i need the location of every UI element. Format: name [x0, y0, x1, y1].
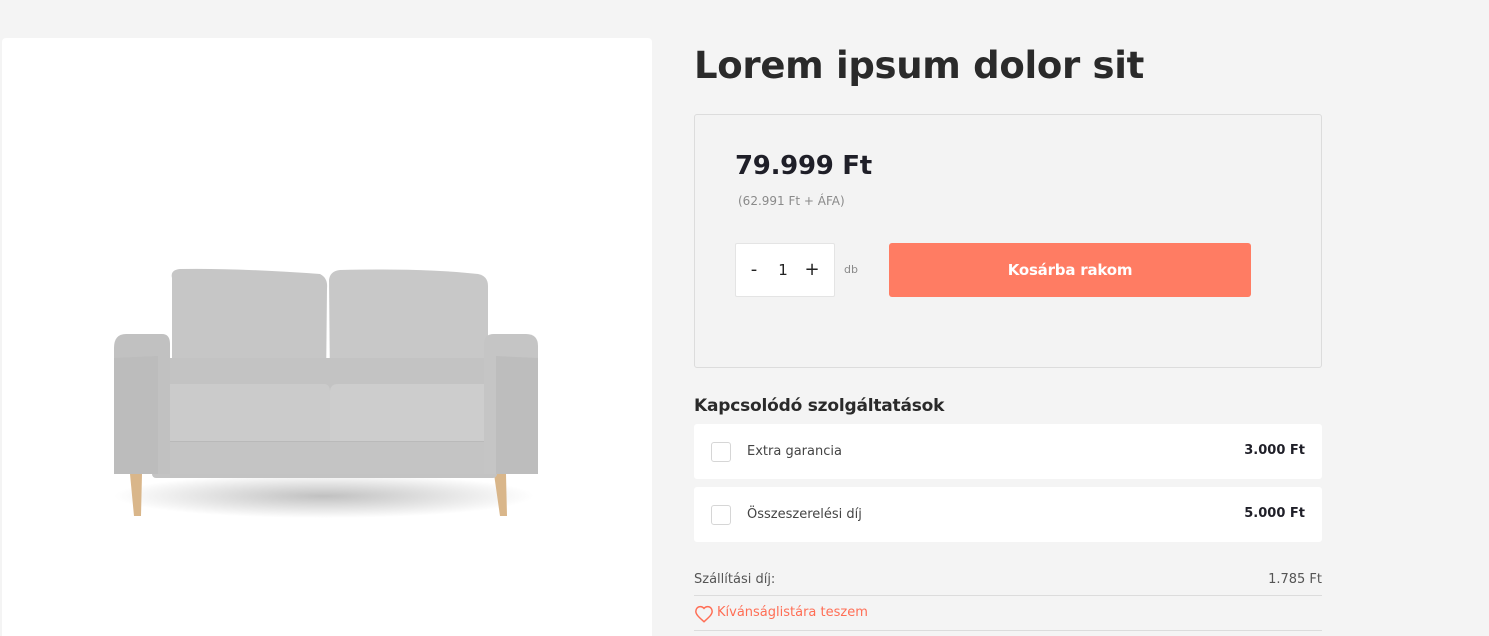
quantity-stepper: - 1 + — [735, 243, 835, 297]
sofa-image — [114, 268, 538, 518]
product-image-panel — [2, 38, 652, 636]
service-price: 3.000 Ft — [1244, 443, 1305, 458]
service-price: 5.000 Ft — [1244, 506, 1305, 521]
add-to-cart-button[interactable]: Kosárba rakom — [889, 243, 1251, 297]
quantity-unit: db — [844, 263, 858, 276]
shipping-row: Szállítási díj: 1.785 Ft — [694, 565, 1322, 596]
shipping-value: 1.785 Ft — [1268, 572, 1322, 587]
quantity-value[interactable]: 1 — [778, 261, 788, 279]
service-checkbox[interactable] — [711, 505, 731, 525]
buy-box: 79.999 Ft (62.991 Ft + ÁFA) - 1 + db Kos… — [694, 114, 1322, 368]
shipping-label: Szállítási díj: — [694, 572, 776, 587]
decrease-quantity-button[interactable]: - — [746, 261, 762, 279]
net-price: (62.991 Ft + ÁFA) — [738, 194, 845, 208]
wishlist-label: Kívánságlistára teszem — [717, 605, 868, 620]
add-to-wishlist-link[interactable]: Kívánságlistára teszem — [694, 596, 1322, 631]
service-label: Összeszerelési díj — [747, 507, 862, 522]
services-title: Kapcsolódó szolgáltatások — [694, 396, 945, 416]
increase-quantity-button[interactable]: + — [804, 261, 820, 279]
service-item-assembly-fee[interactable]: Összeszerelési díj 5.000 Ft — [694, 487, 1322, 542]
service-item-extra-warranty[interactable]: Extra garancia 3.000 Ft — [694, 424, 1322, 479]
product-title: Lorem ipsum dolor sit — [694, 44, 1144, 87]
service-checkbox[interactable] — [711, 442, 731, 462]
service-label: Extra garancia — [747, 444, 842, 459]
heart-icon — [695, 605, 713, 623]
product-price: 79.999 Ft — [735, 151, 872, 181]
